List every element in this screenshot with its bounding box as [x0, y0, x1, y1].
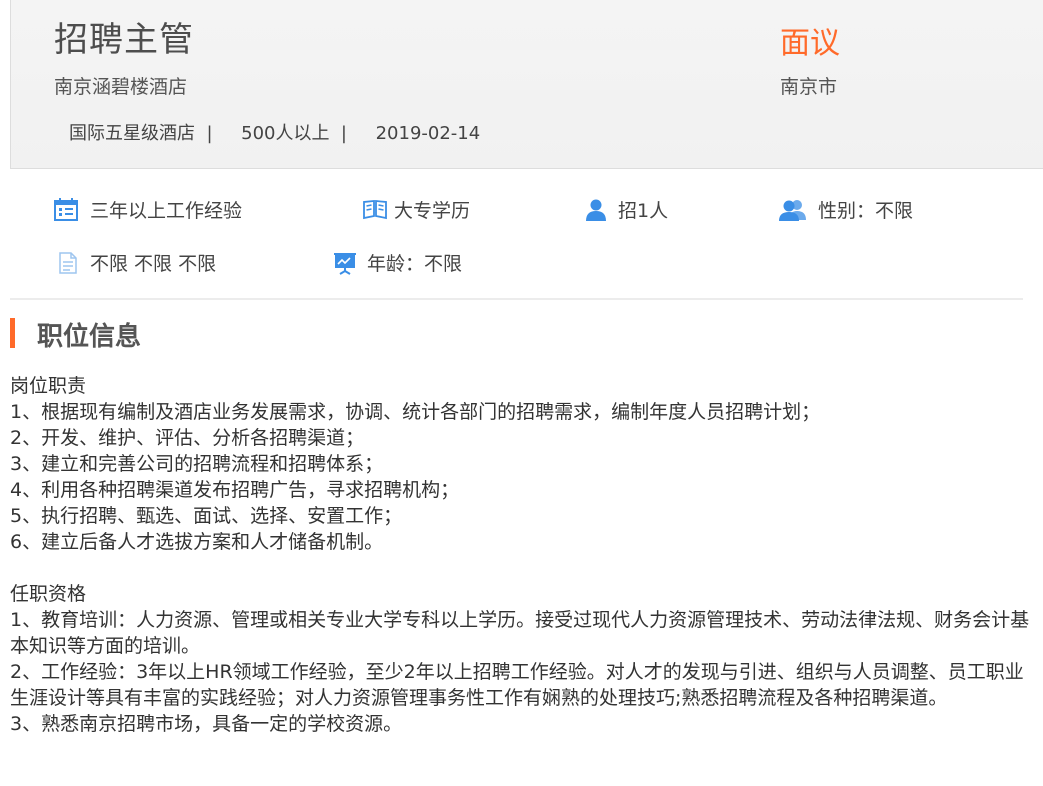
language-text: 不限 不限 不限 [90, 253, 217, 275]
duty-item: 3、建立和完善公司的招聘流程和招聘体系； [10, 453, 384, 475]
requirement-item: 2、工作经验：3年以上HR领域工作经验，至少2年以上招聘工作经验。对人才的发现与… [10, 661, 1024, 709]
book-icon [363, 199, 387, 219]
gender-text: 性别：不限 [818, 200, 914, 222]
experience-text: 三年以上工作经验 [90, 200, 243, 222]
duty-item: 2、开发、维护、评估、分析各招聘渠道； [10, 427, 365, 449]
requirement-item: 1、教育培训：人力资源、管理或相关专业大学专科以上学历。接受过现代人力资源管理技… [10, 609, 1030, 657]
duty-item: 1、根据现有编制及酒店业务发展需求，协调、统计各部门的招聘需求，编制年度人员招聘… [10, 401, 821, 423]
company-name[interactable]: 南京涵碧楼酒店 [54, 72, 187, 99]
headcount-text: 招1人 [618, 200, 669, 222]
job-city: 南京市 [780, 76, 838, 98]
age-text: 年龄：不限 [367, 253, 463, 275]
feature-language: 不限 不限 不限 [58, 249, 216, 276]
feature-gender: 性别：不限 [778, 196, 913, 223]
duty-item: 6、建立后备人才选拔方案和人才储备机制。 [10, 531, 384, 553]
duties-heading: 岗位职责 [10, 375, 87, 397]
job-title: 招聘主管 [54, 20, 194, 60]
job-description: 岗位职责 1、根据现有编制及酒店业务发展需求，协调、统计各部门的招聘需求，编制年… [10, 373, 1035, 737]
feature-experience: 三年以上工作经验 [54, 196, 242, 223]
calendar-icon [54, 197, 78, 221]
requirements-heading: 任职资格 [10, 583, 87, 605]
divider [10, 298, 1023, 300]
person-icon [586, 199, 606, 221]
salary: 面议 [780, 26, 840, 61]
requirement-item: 3、熟悉南京招聘市场，具备一定的学校资源。 [10, 713, 403, 735]
document-icon [59, 251, 77, 274]
section-title: 职位信息 [37, 322, 142, 352]
education-text: 大专学历 [394, 200, 471, 222]
company-meta: 国际五星级酒店 | 500人以上 | 2019-02-14 [69, 123, 481, 144]
duty-item: 5、执行招聘、甄选、面试、选择、安置工作； [10, 505, 403, 527]
feature-age: 年龄：不限 [333, 249, 462, 276]
section-accent-bar [10, 318, 15, 348]
group-icon [779, 199, 806, 221]
feature-headcount: 招1人 [584, 196, 668, 223]
duty-item: 4、利用各种招聘渠道发布招聘广告，寻求招聘机构； [10, 479, 460, 501]
feature-education: 大专学历 [362, 196, 470, 223]
presentation-icon [334, 252, 356, 275]
